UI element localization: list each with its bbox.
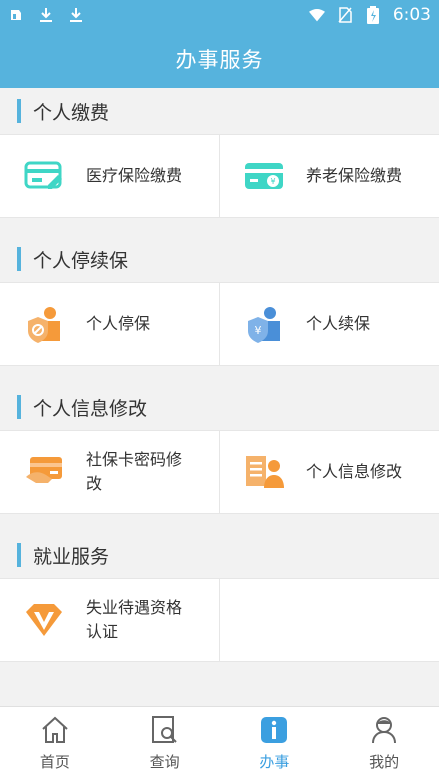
nav-profile[interactable]: 我的 xyxy=(329,707,439,780)
home-icon xyxy=(40,715,70,745)
nav-label: 我的 xyxy=(369,753,400,771)
medical-insurance-payment-item[interactable]: 医疗保险缴费 xyxy=(0,135,219,217)
no-sim-icon xyxy=(337,7,353,23)
personal-info-icon xyxy=(244,452,284,492)
section-grid-employment: 失业待遇资格认证 xyxy=(0,578,439,662)
item-label: 个人续保 xyxy=(306,314,371,333)
unemployment-cert-icon xyxy=(24,600,64,640)
section-accent-bar xyxy=(17,99,21,123)
empty-cell xyxy=(219,579,439,661)
svg-text:¥: ¥ xyxy=(255,324,262,337)
app-bar: 办事服务 xyxy=(0,30,439,88)
pension-insurance-payment-item[interactable]: ¥ 养老保险缴费 xyxy=(219,135,439,217)
card-password-icon xyxy=(24,452,64,492)
download-icon xyxy=(68,7,84,23)
section-header-suspend-resume: 个人停续保 xyxy=(0,236,439,282)
section-grid-payment: 医疗保险缴费 ¥ 养老保险缴费 xyxy=(0,134,439,218)
nav-services[interactable]: 办事 xyxy=(220,707,330,780)
item-label: 个人停保 xyxy=(86,314,151,333)
section-title: 个人信息修改 xyxy=(33,397,148,420)
renew-insurance-icon: ¥ xyxy=(244,304,284,344)
profile-icon xyxy=(369,715,399,745)
status-bar: 6:03 xyxy=(0,0,439,30)
nav-query[interactable]: 查询 xyxy=(110,707,220,780)
wifi-icon xyxy=(308,7,325,23)
suspend-insurance-item[interactable]: 个人停保 xyxy=(0,283,219,365)
unemployment-certification-item[interactable]: 失业待遇资格认证 xyxy=(0,579,219,661)
personal-info-change-item[interactable]: 个人信息修改 xyxy=(219,431,439,513)
battery-icon xyxy=(365,6,381,24)
section-title: 就业服务 xyxy=(33,545,110,568)
medical-card-icon xyxy=(24,156,64,196)
item-label: 医疗保险缴费 xyxy=(86,166,183,185)
item-label: 失业待遇资格认证 xyxy=(86,598,183,641)
section-title: 个人停续保 xyxy=(33,249,129,272)
info-icon xyxy=(259,715,289,745)
download-icon xyxy=(38,7,54,23)
section-accent-bar xyxy=(17,543,21,567)
section-header-info-change: 个人信息修改 xyxy=(0,384,439,430)
bottom-nav: 首页 查询 办事 我的 xyxy=(0,706,439,780)
section-accent-bar xyxy=(17,395,21,419)
section-title: 个人缴费 xyxy=(33,101,110,124)
section-header-employment: 就业服务 xyxy=(0,532,439,578)
notification-app-icon xyxy=(8,7,24,23)
item-label: 养老保险缴费 xyxy=(306,166,403,185)
nav-label: 查询 xyxy=(149,753,180,771)
section-header-payment: 个人缴费 xyxy=(0,88,439,134)
clock: 6:03 xyxy=(392,5,431,25)
service-list[interactable]: 个人缴费 医疗保险缴费 ¥ 养老保险缴费 个人停续保 个人停保 ¥ 个人续保 个… xyxy=(0,88,439,706)
pension-card-icon: ¥ xyxy=(244,156,284,196)
stop-insurance-icon xyxy=(24,304,64,344)
nav-home[interactable]: 首页 xyxy=(0,707,110,780)
nav-label: 首页 xyxy=(39,753,70,771)
card-password-change-item[interactable]: 社保卡密码修改 xyxy=(0,431,219,513)
nav-label: 办事 xyxy=(259,753,290,771)
item-label: 社保卡密码修改 xyxy=(86,450,183,493)
section-grid-suspend-resume: 个人停保 ¥ 个人续保 xyxy=(0,282,439,366)
section-grid-info-change: 社保卡密码修改 个人信息修改 xyxy=(0,430,439,514)
svg-text:¥: ¥ xyxy=(270,177,275,186)
page-title: 办事服务 xyxy=(175,48,264,72)
section-accent-bar xyxy=(17,247,21,271)
search-doc-icon xyxy=(150,715,180,745)
item-label: 个人信息修改 xyxy=(306,462,403,481)
resume-insurance-item[interactable]: ¥ 个人续保 xyxy=(219,283,439,365)
